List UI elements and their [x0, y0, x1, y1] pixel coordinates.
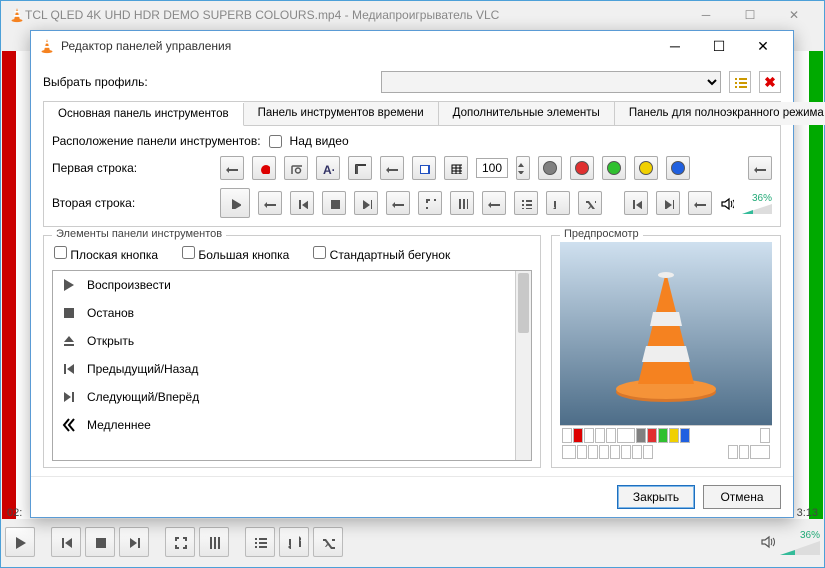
above-video-label: Над видео: [290, 134, 349, 148]
scrollbar[interactable]: [515, 271, 531, 460]
delete-profile-button[interactable]: ✖: [759, 71, 781, 93]
shuffle-button[interactable]: [313, 527, 343, 557]
record-button[interactable]: [252, 156, 276, 180]
above-video-checkbox[interactable]: [269, 135, 282, 148]
preview-legend: Предпросмотр: [560, 228, 643, 240]
dialog-title: Редактор панелей управления: [61, 39, 231, 53]
skip-back-button[interactable]: [624, 191, 648, 215]
line2-label: Вторая строка:: [52, 196, 212, 210]
dialog-maximize-button[interactable]: ☐: [697, 32, 741, 60]
main-toolbar: 36%: [5, 521, 820, 563]
snapshot-button[interactable]: [284, 156, 308, 180]
spacer-icon[interactable]: [688, 191, 712, 215]
dialog-minimize-button[interactable]: ─: [653, 32, 697, 60]
loop-button[interactable]: [546, 191, 570, 215]
tab-fullscreen[interactable]: Панель для полноэкранного режима: [615, 102, 825, 125]
list-item: Медленнее: [53, 411, 531, 439]
volume-percent: 36%: [752, 193, 772, 204]
spacer-icon[interactable]: [482, 191, 506, 215]
atob-loop-button[interactable]: [316, 156, 340, 180]
spin-buttons[interactable]: [516, 156, 530, 180]
tv-button[interactable]: [412, 156, 436, 180]
ext-settings-button[interactable]: [450, 191, 474, 215]
tab-main-toolbar[interactable]: Основная панель инструментов: [44, 103, 244, 126]
speaker-icon[interactable]: [760, 534, 776, 550]
main-minimize-button[interactable]: ─: [684, 1, 728, 29]
big-button-option[interactable]: Большая кнопка: [182, 246, 289, 262]
play-button[interactable]: [5, 527, 35, 557]
preview-image: [560, 242, 772, 425]
elements-list[interactable]: Воспроизвести Останов Открыть Предыдущий…: [52, 270, 532, 461]
main-titlebar: TCL QLED 4K UHD HDR DEMO SUPERB COLOURS.…: [1, 1, 824, 29]
skip-fwd-button[interactable]: [656, 191, 680, 215]
line1-label: Первая строка:: [52, 161, 212, 175]
color-red[interactable]: [570, 156, 594, 180]
elements-legend: Элементы панели инструментов: [52, 228, 226, 240]
cancel-button[interactable]: Отмена: [703, 485, 781, 509]
main-close-button[interactable]: ✕: [772, 1, 816, 29]
color-blue[interactable]: [666, 156, 690, 180]
list-item: Открыть: [53, 327, 531, 355]
preview-toolbar-mock: [560, 425, 772, 461]
stop-button[interactable]: [322, 191, 346, 215]
loop-button[interactable]: [279, 527, 309, 557]
fullscreen-button[interactable]: [165, 527, 195, 557]
tabpage-main: Расположение панели инструментов: Над ви…: [43, 125, 781, 227]
dialog-titlebar[interactable]: Редактор панелей управления ─ ☐ ✕: [31, 31, 793, 61]
tab-bar: Основная панель инструментов Панель инст…: [43, 101, 781, 125]
native-slider-option[interactable]: Стандартный бегунок: [313, 246, 450, 262]
list-item: Воспроизвести: [53, 271, 531, 299]
main-window-title: TCL QLED 4K UHD HDR DEMO SUPERB COLOURS.…: [25, 8, 499, 22]
fullscreen-button[interactable]: [418, 191, 442, 215]
total-time[interactable]: 3:13: [797, 507, 818, 519]
previous-button[interactable]: [290, 191, 314, 215]
playlist-button[interactable]: [245, 527, 275, 557]
spacer-icon[interactable]: [258, 191, 282, 215]
zoom-spin[interactable]: [476, 158, 508, 178]
volume-slider[interactable]: [742, 204, 772, 214]
preview-group: Предпросмотр: [551, 235, 781, 468]
new-profile-button[interactable]: [729, 71, 751, 93]
color-grey[interactable]: [538, 156, 562, 180]
aspect-button[interactable]: [444, 156, 468, 180]
play-button[interactable]: [220, 188, 250, 218]
color-green[interactable]: [602, 156, 626, 180]
ext-settings-button[interactable]: [199, 527, 229, 557]
dialog-close-button[interactable]: ✕: [741, 32, 785, 60]
volume-slider[interactable]: [780, 541, 820, 555]
spacer-icon[interactable]: [220, 156, 244, 180]
speaker-icon[interactable]: [720, 196, 734, 210]
vlc-icon: [39, 38, 55, 54]
toolbar-editor-dialog: Редактор панелей управления ─ ☐ ✕ Выбрат…: [30, 30, 794, 518]
playlist-button[interactable]: [514, 191, 538, 215]
next-button[interactable]: [119, 527, 149, 557]
shuffle-button[interactable]: [578, 191, 602, 215]
spacer-icon[interactable]: [386, 191, 410, 215]
previous-button[interactable]: [51, 527, 81, 557]
tab-advanced[interactable]: Дополнительные элементы: [439, 102, 615, 125]
next-button[interactable]: [354, 191, 378, 215]
volume-percent: 36%: [800, 530, 820, 541]
flat-button-option[interactable]: Плоская кнопка: [54, 246, 158, 262]
color-yellow[interactable]: [634, 156, 658, 180]
list-item: Останов: [53, 299, 531, 327]
list-item: Предыдущий/Назад: [53, 355, 531, 383]
spacer-icon[interactable]: [748, 156, 772, 180]
elements-group: Элементы панели инструментов Плоская кно…: [43, 235, 541, 468]
tab-time-toolbar[interactable]: Панель инструментов времени: [244, 102, 439, 125]
profile-label: Выбрать профиль:: [43, 75, 148, 89]
close-button[interactable]: Закрыть: [617, 485, 695, 509]
stop-button[interactable]: [85, 527, 115, 557]
list-item: Следующий/Вперёд: [53, 383, 531, 411]
elapsed-time[interactable]: 02:: [7, 507, 22, 519]
position-label: Расположение панели инструментов:: [52, 134, 261, 148]
profile-select[interactable]: [381, 71, 721, 93]
vlc-icon: [9, 7, 25, 23]
main-maximize-button[interactable]: ☐: [728, 1, 772, 29]
frame-step-button[interactable]: [348, 156, 372, 180]
spacer-icon[interactable]: [380, 156, 404, 180]
